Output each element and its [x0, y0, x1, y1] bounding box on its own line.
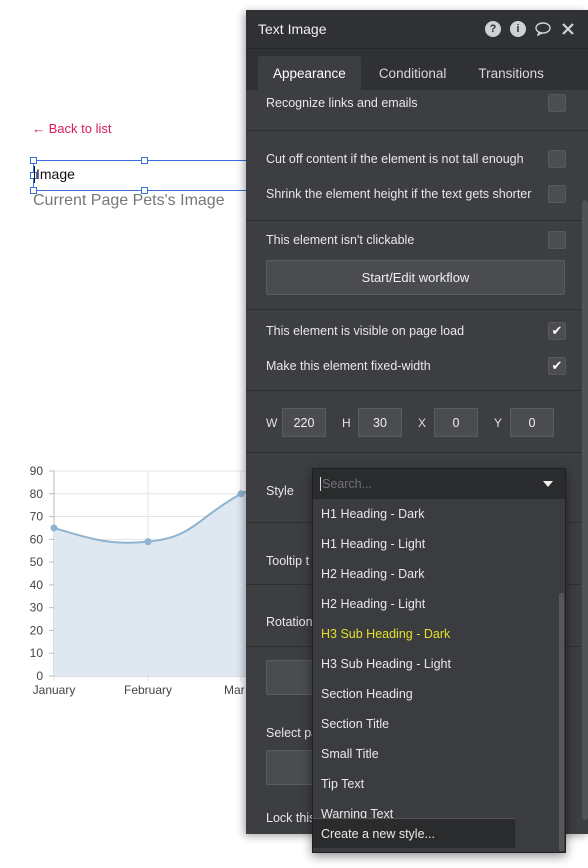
pet-image-text[interactable]: Current Page Pets's Image	[33, 192, 225, 210]
y-tick-label: 90	[30, 464, 44, 478]
style-option[interactable]: Section Heading	[313, 679, 565, 709]
y-input[interactable]: 0	[510, 408, 554, 437]
dropdown-scrollbar[interactable]	[559, 593, 564, 851]
close-icon[interactable]	[560, 21, 576, 37]
x-input[interactable]: 0	[434, 408, 478, 437]
visible-on-load-label: This element is visible on page load	[266, 324, 465, 338]
style-search-input[interactable]	[320, 477, 530, 491]
not-clickable-checkbox[interactable]	[548, 231, 566, 249]
divider	[246, 452, 588, 453]
cut-off-row: Cut off content if the element is not ta…	[266, 150, 566, 168]
divider	[246, 220, 588, 221]
x-label: X	[418, 415, 427, 430]
series-area	[54, 485, 260, 676]
style-option[interactable]: Tip Text	[313, 769, 565, 799]
y-tick-label: 10	[30, 646, 44, 660]
not-clickable-row: This element isn't clickable	[266, 231, 566, 249]
visible-on-load-checkbox[interactable]: ✔	[548, 322, 566, 340]
start-edit-workflow-button[interactable]: Start/Edit workflow	[266, 260, 565, 295]
style-option[interactable]: H1 Heading - Light	[313, 529, 565, 559]
create-new-style-option[interactable]: Create a new style...	[313, 818, 515, 848]
dropdown-arrow-icon[interactable]	[543, 481, 553, 487]
style-dropdown[interactable]: H1 Heading - DarkH1 Heading - LightH2 He…	[312, 468, 566, 853]
height-label: H	[342, 415, 351, 430]
recognize-links-checkbox[interactable]	[548, 94, 566, 112]
shrink-height-label: Shrink the element height if the text ge…	[266, 187, 532, 201]
shrink-height-row: Shrink the element height if the text ge…	[266, 185, 566, 203]
style-option[interactable]: H2 Heading - Dark	[313, 559, 565, 589]
y-label: Y	[494, 415, 503, 430]
y-tick-label: 50	[30, 555, 44, 569]
comment-icon[interactable]	[535, 21, 551, 37]
panel-title: Text Image	[258, 21, 327, 37]
y-tick-label: 80	[30, 487, 44, 501]
style-option[interactable]: Small Title	[313, 739, 565, 769]
style-search-bar[interactable]	[313, 469, 565, 499]
text-caret	[34, 166, 35, 183]
y-tick-label: 70	[30, 510, 44, 524]
cut-off-checkbox[interactable]	[548, 150, 566, 168]
y-tick-label: 30	[30, 601, 44, 615]
fixed-width-checkbox[interactable]: ✔	[548, 357, 566, 375]
recognize-links-label: Recognize links and emails	[266, 96, 418, 110]
selected-text-content[interactable]: Image	[36, 166, 75, 182]
fixed-width-label: Make this element fixed-width	[266, 359, 431, 373]
style-option[interactable]: H2 Heading - Light	[313, 589, 565, 619]
back-to-list-label[interactable]: ← Back to list	[32, 121, 111, 136]
recognize-links-row: Recognize links and emails	[266, 94, 566, 112]
x-tick-label: Mar	[224, 683, 245, 697]
back-to-list-link[interactable]: ← Back to list	[32, 121, 111, 136]
panel-header[interactable]: Text Image ? i	[246, 10, 588, 48]
data-point	[50, 524, 58, 532]
tab-appearance[interactable]: Appearance	[258, 56, 361, 90]
visible-on-load-row: This element is visible on page load ✔	[266, 322, 566, 340]
divider	[246, 130, 588, 131]
width-label: W	[266, 415, 278, 430]
cut-off-label: Cut off content if the element is not ta…	[266, 152, 524, 166]
height-input[interactable]: 30	[358, 408, 402, 437]
line-chart[interactable]: 0 10 20 30 40 50 60 70 80 90 January February Mar	[0, 455, 260, 705]
x-tick-label: February	[124, 683, 172, 697]
panel-scrollbar[interactable]	[582, 200, 588, 820]
fixed-width-row: Make this element fixed-width ✔	[266, 357, 566, 375]
x-tick-label: January	[33, 683, 76, 697]
header-icons: ? i	[485, 21, 576, 37]
width-input[interactable]: 220	[282, 408, 326, 437]
not-clickable-label: This element isn't clickable	[266, 233, 415, 247]
y-tick-label: 40	[30, 578, 44, 592]
style-option[interactable]: H1 Heading - Dark	[313, 499, 565, 529]
tab-conditional[interactable]: Conditional	[365, 56, 461, 90]
dimensions-row: W 220 H 30 X 0 Y 0	[266, 408, 570, 437]
style-option[interactable]: H3 Sub Heading - Light	[313, 649, 565, 679]
style-option[interactable]: Section Title	[313, 709, 565, 739]
divider	[246, 390, 588, 391]
divider	[246, 309, 588, 310]
data-point	[144, 538, 152, 546]
resize-handle-tl[interactable]	[30, 157, 37, 164]
help-icon[interactable]: ?	[485, 21, 501, 37]
panel-tabs: Appearance Conditional Transitions	[246, 48, 588, 90]
y-tick-label: 0	[36, 669, 43, 683]
shrink-height-checkbox[interactable]	[548, 185, 566, 203]
info-icon[interactable]: i	[510, 21, 526, 37]
tab-transitions[interactable]: Transitions	[464, 56, 558, 90]
style-options-list: H1 Heading - Dark H1 Heading - Light H2 He…	[313, 499, 565, 829]
data-point	[237, 490, 245, 498]
resize-handle-tm[interactable]	[141, 157, 148, 164]
chart-svg: 0 10 20 30 40 50 60 70 80 90 January February Mar	[30, 464, 260, 697]
y-tick-label: 60	[30, 532, 44, 546]
style-option[interactable]: H3 Sub Heading - Dark	[313, 619, 565, 649]
y-tick-label: 20	[30, 623, 44, 637]
